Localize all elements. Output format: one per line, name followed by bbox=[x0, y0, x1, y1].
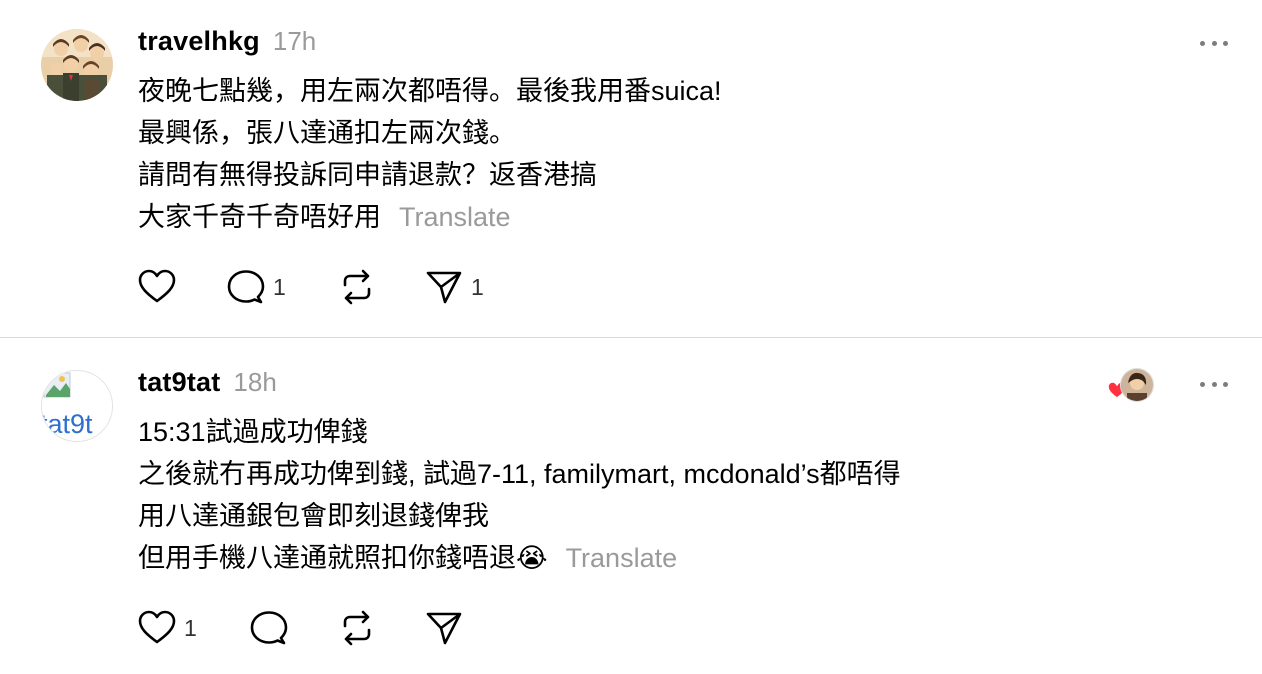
repost-button[interactable] bbox=[338, 269, 376, 305]
avatar[interactable] bbox=[41, 29, 113, 101]
post-text-line: 但用手機八達通就照扣你錢唔退😭 bbox=[138, 543, 548, 573]
reply-bubble-icon bbox=[227, 270, 265, 304]
avatar-alt-text: tat9t bbox=[42, 409, 93, 439]
divider bbox=[0, 337, 1262, 338]
translate-link[interactable]: Translate bbox=[399, 202, 511, 232]
repost-icon bbox=[343, 269, 371, 305]
person-avatar-icon bbox=[1121, 369, 1153, 401]
share-count: 1 bbox=[471, 273, 484, 300]
send-icon bbox=[426, 612, 462, 645]
repost-button[interactable] bbox=[338, 610, 376, 646]
avatar[interactable]: tat9t bbox=[41, 370, 113, 442]
post-tat9tat: tat9t tat9tat 18h 15:31試過成功俾錢 之後就冇再成功俾到錢… bbox=[0, 339, 1262, 674]
post-text-line: 15:31試過成功俾錢 bbox=[138, 417, 368, 447]
translate-link[interactable]: Translate bbox=[566, 543, 678, 573]
repost-icon bbox=[343, 610, 371, 646]
post-time[interactable]: 17h bbox=[273, 26, 316, 57]
post-text-line: 之後就冇再成功俾到錢, 試過7-11, familymart, mcdonald… bbox=[138, 459, 901, 489]
like-count: 1 bbox=[184, 614, 197, 641]
post-text: 夜晚七點幾，用左兩次都唔得。最後我用番suica! 最興係，張八達通扣左兩次錢。… bbox=[138, 70, 722, 238]
like-button[interactable]: 1 bbox=[138, 610, 197, 646]
more-options-icon[interactable] bbox=[1200, 379, 1228, 389]
reply-bubble-icon bbox=[250, 611, 288, 645]
heart-icon bbox=[138, 269, 176, 303]
username[interactable]: travelhkg bbox=[138, 26, 260, 57]
share-button[interactable] bbox=[425, 610, 463, 646]
broken-image-icon: tat9t bbox=[42, 371, 112, 441]
username[interactable]: tat9tat bbox=[138, 367, 220, 398]
post-text-line: 大家千奇千奇唔好用 bbox=[138, 202, 381, 232]
group-photo-icon bbox=[41, 29, 113, 101]
heart-icon bbox=[138, 610, 176, 644]
post-time[interactable]: 18h bbox=[233, 367, 276, 398]
post-text-line: 用八達通銀包會即刻退錢俾我 bbox=[138, 501, 489, 531]
reply-button[interactable]: 1 bbox=[227, 269, 286, 305]
post-text-line: 請問有無得投訴同申請退款？返香港搞 bbox=[138, 160, 597, 190]
more-options-icon[interactable] bbox=[1200, 38, 1228, 48]
post-text-line: 最興係，張八達通扣左兩次錢。 bbox=[138, 118, 516, 148]
reply-button[interactable] bbox=[250, 610, 288, 646]
like-button[interactable] bbox=[138, 269, 176, 305]
post-text-line: 夜晚七點幾，用左兩次都唔得。最後我用番suica! bbox=[138, 76, 722, 106]
share-button[interactable]: 1 bbox=[425, 269, 484, 305]
send-icon bbox=[426, 271, 462, 304]
post-text: 15:31試過成功俾錢 之後就冇再成功俾到錢, 試過7-11, familyma… bbox=[138, 411, 901, 579]
reply-count: 1 bbox=[273, 273, 286, 300]
liker-avatar[interactable] bbox=[1120, 368, 1154, 402]
post-travelhkg: travelhkg 17h 夜晚七點幾，用左兩次都唔得。最後我用番suica! … bbox=[0, 0, 1262, 338]
